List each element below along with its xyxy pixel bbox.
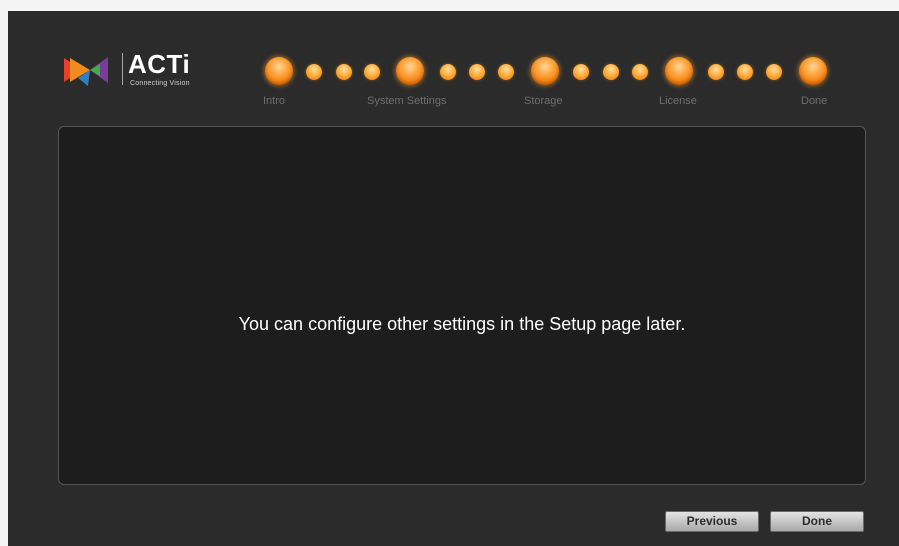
step-dot-done-icon bbox=[799, 57, 827, 85]
acti-logo-mark-icon bbox=[64, 57, 108, 86]
step-label-storage: Storage bbox=[524, 95, 563, 107]
step-label-done: Done bbox=[801, 95, 828, 107]
substep-dot-icon bbox=[766, 64, 782, 80]
info-message: You can configure other settings in the … bbox=[238, 314, 686, 334]
substep-dot-icon bbox=[306, 64, 322, 80]
previous-button[interactable]: Previous bbox=[665, 511, 759, 532]
content-panel: You can configure other settings in the … bbox=[58, 126, 866, 485]
substep-dot-icon bbox=[632, 64, 648, 80]
substep-dot-icon bbox=[336, 64, 352, 80]
brand-tagline: Connecting Vision bbox=[130, 80, 190, 87]
step-label-system-settings: System Settings bbox=[367, 95, 447, 107]
step-label-license: License bbox=[659, 95, 697, 107]
step-label-intro: Intro bbox=[263, 95, 286, 107]
setup-wizard-window: ACTi Connecting Vision Intro System Sett… bbox=[8, 11, 899, 546]
substep-dot-icon bbox=[708, 64, 724, 80]
substep-dot-icon bbox=[364, 64, 380, 80]
acti-logo: ACTi Connecting Vision bbox=[64, 49, 224, 93]
brand-name: ACTi bbox=[128, 49, 191, 79]
substep-dot-icon bbox=[469, 64, 485, 80]
step-dot-intro-icon bbox=[265, 57, 293, 85]
done-button[interactable]: Done bbox=[770, 511, 864, 532]
step-dot-storage-icon bbox=[531, 57, 559, 85]
substep-dot-icon bbox=[603, 64, 619, 80]
substep-dot-icon bbox=[573, 64, 589, 80]
step-dot-system-settings-icon bbox=[396, 57, 424, 85]
step-dot-license-icon bbox=[665, 57, 693, 85]
substep-dot-icon bbox=[440, 64, 456, 80]
substep-dot-icon bbox=[498, 64, 514, 80]
substep-dot-icon bbox=[737, 64, 753, 80]
logo-divider bbox=[122, 53, 123, 85]
